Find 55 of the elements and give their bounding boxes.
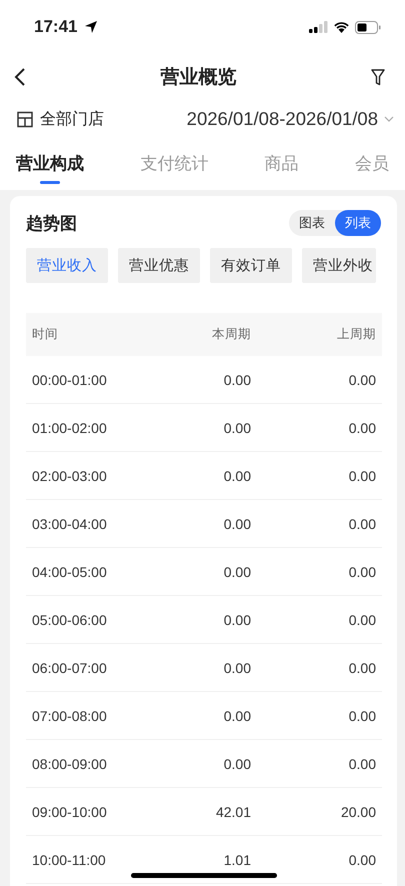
battery-icon	[355, 20, 381, 34]
table-cell-text: 0.00	[348, 516, 376, 532]
wifi-icon	[333, 21, 350, 33]
table-cell-text: 0.00	[348, 564, 376, 580]
column-header: 上周期	[336, 326, 376, 343]
table-cell-text: 0.00	[348, 420, 376, 436]
metric-chip[interactable]: 有效订单	[210, 248, 292, 283]
table-cell-text: 0.00	[222, 468, 251, 484]
column-header: 时间	[32, 326, 59, 343]
table-cell-text: 20.00	[340, 804, 376, 820]
table-cell-text: 06:00-07:00	[32, 660, 108, 676]
table-cell-text: 07:00-08:00	[32, 708, 108, 724]
table-cell-text: 0.00	[348, 756, 376, 772]
status-time: 17:41	[34, 17, 78, 37]
table-cell-text: 0.00	[222, 516, 251, 532]
metric-chip[interactable]: 营业外收	[302, 248, 376, 283]
table-cell-text: 09:00-10:00	[32, 804, 108, 820]
location-arrow-icon	[84, 20, 98, 34]
metric-chip[interactable]: 营业收入	[26, 248, 108, 283]
metric-chip[interactable]: 营业优惠	[118, 248, 200, 283]
store-icon[interactable]	[16, 110, 34, 128]
table-cell-text: 0.00	[222, 660, 251, 676]
table-cell-text: 0.00	[222, 372, 251, 388]
table-cell-text: 04:00-05:00	[32, 564, 108, 580]
table-cell-text: 0.00	[222, 756, 251, 772]
table-cell-text: 0.00	[348, 468, 376, 484]
table-cell-text: 0.00	[348, 372, 376, 388]
signal-icon	[309, 21, 328, 33]
table-cell-text: 00:00-01:00	[32, 372, 108, 388]
filter-icon[interactable]	[371, 68, 385, 86]
table-cell-text: 1.01	[222, 852, 251, 868]
table-cell-text: 0.00	[222, 564, 251, 580]
table-cell-text: 02:00-03:00	[32, 468, 108, 484]
table-cell-text: 0.00	[222, 612, 251, 628]
table-cell-text: 0.00	[222, 420, 251, 436]
back-icon[interactable]	[14, 67, 26, 87]
table-cell-text: 10:00-11:00	[32, 852, 107, 868]
tab[interactable]: 营业构成	[14, 144, 86, 184]
table-cell-text: 01:00-02:00	[32, 420, 108, 436]
table-cell-text: 0.00	[348, 852, 376, 868]
store-selector[interactable]: 全部门店	[40, 108, 104, 130]
table-cell-text: 0.00	[348, 660, 376, 676]
card-title: 趋势图	[26, 212, 77, 234]
table-cell-text: 05:00-06:00	[32, 612, 108, 628]
table-cell-text: 08:00-09:00	[32, 756, 108, 772]
table-cell-text: 0.00	[348, 708, 376, 724]
view-toggle-option[interactable]: 图表	[289, 210, 335, 236]
table-cell-text: 0.00	[222, 708, 251, 724]
column-header: 本周期	[211, 326, 251, 343]
page-title: 营业概览	[160, 65, 236, 90]
table-cell-text: 42.01	[214, 804, 251, 820]
table-cell-text: 0.00	[348, 612, 376, 628]
view-toggle-option[interactable]: 列表	[335, 210, 381, 236]
date-range-selector[interactable]: 2026/01/08-2026/01/08	[186, 108, 378, 130]
table-cell-text: 03:00-04:00	[32, 516, 108, 532]
